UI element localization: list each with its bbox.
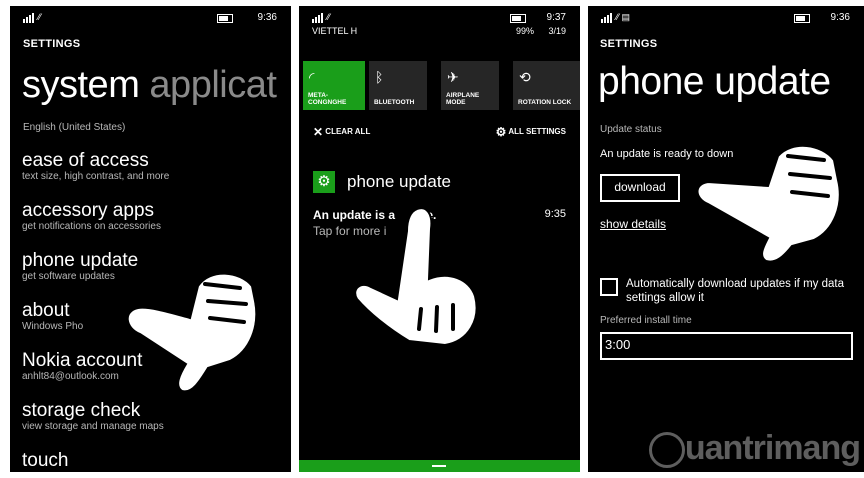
all-settings-button[interactable]: ⚙ ALL SETTINGS — [496, 125, 566, 139]
bluetooth-icon: ᛒ — [375, 69, 384, 85]
signal-icon: ⁄⁄ — [23, 12, 41, 23]
auto-download-label: Automatically download updates if my dat… — [626, 278, 844, 304]
bottom-app-bar[interactable] — [299, 460, 580, 472]
gear-icon: ⚙ — [495, 125, 507, 139]
item-title: ease of access — [22, 150, 149, 171]
item-subtitle: Windows Pho — [22, 321, 84, 332]
clock: 9:36 — [830, 12, 850, 23]
item-subtitle: get notifications on accessories — [22, 221, 161, 232]
battery-icon — [510, 14, 526, 23]
wifi-icon: ◜ — [309, 69, 315, 85]
signal-icon: ⁄⁄ — [312, 12, 330, 23]
language-text: English (United States) — [23, 122, 126, 133]
pivot-header: system applicat — [22, 64, 277, 107]
status-bar: ⁄⁄ ▤ 9:36 — [601, 12, 854, 26]
settings-item-about[interactable]: about Windows Pho — [22, 301, 83, 333]
watermark: uantrimang — [648, 428, 861, 468]
clock: 9:37 — [546, 12, 566, 23]
status-bar: ⁄⁄ 9:36 — [23, 12, 281, 26]
airplane-icon: ✈ — [447, 69, 459, 85]
settings-header: SETTINGS — [23, 38, 81, 50]
item-title: storage check — [22, 400, 141, 421]
settings-system-screen: ⁄⁄ 9:36 SETTINGS system applicat English… — [10, 6, 291, 472]
quick-action-bluetooth[interactable]: ᛒ BLUETOOTH — [369, 61, 427, 110]
quick-action-wifi[interactable]: ◜ META- CONGNGHE — [303, 61, 365, 110]
tile-label: ROTATION LOCK — [518, 99, 572, 106]
watermark-text: uantrimang — [684, 428, 861, 467]
show-details-link[interactable]: show details — [600, 217, 666, 231]
preferred-time-label: Preferred install time — [600, 315, 692, 326]
settings-gear-icon: ⚙ — [313, 171, 335, 193]
download-button[interactable]: download — [600, 174, 680, 202]
tile-label: META- CONGNGHE — [308, 92, 347, 106]
pivot-applications[interactable]: applicat — [149, 64, 276, 106]
pointing-hand-icon — [126, 272, 258, 393]
settings-header: SETTINGS — [600, 38, 658, 50]
date: 3/19 — [548, 26, 566, 36]
item-subtitle: text size, high contrast, and more — [22, 171, 170, 182]
item-subtitle: view storage and manage maps — [22, 421, 164, 432]
pointing-hand-icon — [354, 207, 478, 347]
auto-download-checkbox[interactable] — [600, 278, 618, 296]
handle-icon — [432, 465, 446, 467]
pivot-system[interactable]: system — [22, 64, 140, 106]
settings-item-accessory-apps[interactable]: accessory apps get notifications on acce… — [22, 201, 161, 233]
quick-action-airplane-mode[interactable]: ✈ AIRPLANE MODE — [441, 61, 499, 110]
page-title: phone update — [598, 60, 831, 103]
notification-app: phone update — [347, 172, 451, 191]
preferred-time-picker[interactable]: 3:00 — [600, 332, 853, 360]
watermark-logo-icon — [648, 432, 685, 468]
battery-percent: 99% — [515, 26, 534, 36]
battery-icon — [217, 14, 233, 23]
signal-icon: ⁄⁄ ▤ — [601, 12, 630, 23]
pointing-hand-icon — [696, 144, 841, 263]
close-icon: ✕ — [313, 125, 324, 139]
item-title: accessory apps — [22, 200, 155, 221]
settings-item-ease-of-access[interactable]: ease of access text size, high contrast,… — [22, 151, 169, 183]
status-bar: ⁄⁄ 9:37 — [312, 12, 570, 26]
action-center-screen: ⁄⁄ 9:37 VIETTEL H 99% 3/19 ◜ META- CONGN… — [299, 6, 580, 472]
carrier-name: VIETTEL H — [312, 26, 358, 36]
clear-all-label: CLEAR ALL — [325, 127, 371, 137]
all-settings-label: ALL SETTINGS — [508, 127, 566, 137]
rotation-lock-icon: ⟲ — [519, 69, 531, 85]
notification-time: 9:35 — [544, 208, 566, 220]
item-title: about — [22, 300, 70, 321]
quick-action-rotation-lock[interactable]: ⟲ ROTATION LOCK — [513, 61, 580, 110]
settings-item-touch[interactable]: touch — [22, 451, 68, 471]
item-title: touch — [22, 450, 69, 471]
tile-label: AIRPLANE MODE — [446, 92, 480, 106]
tile-label: BLUETOOTH — [374, 99, 415, 106]
clear-all-button[interactable]: ✕ CLEAR ALL — [313, 125, 370, 139]
clock: 9:36 — [257, 12, 277, 23]
phone-update-screen: ⁄⁄ ▤ 9:36 SETTINGS phone update Update s… — [588, 6, 864, 472]
status-label: Update status — [600, 124, 662, 135]
settings-item-storage-check[interactable]: storage check view storage and manage ma… — [22, 401, 164, 433]
battery-icon — [794, 14, 810, 23]
